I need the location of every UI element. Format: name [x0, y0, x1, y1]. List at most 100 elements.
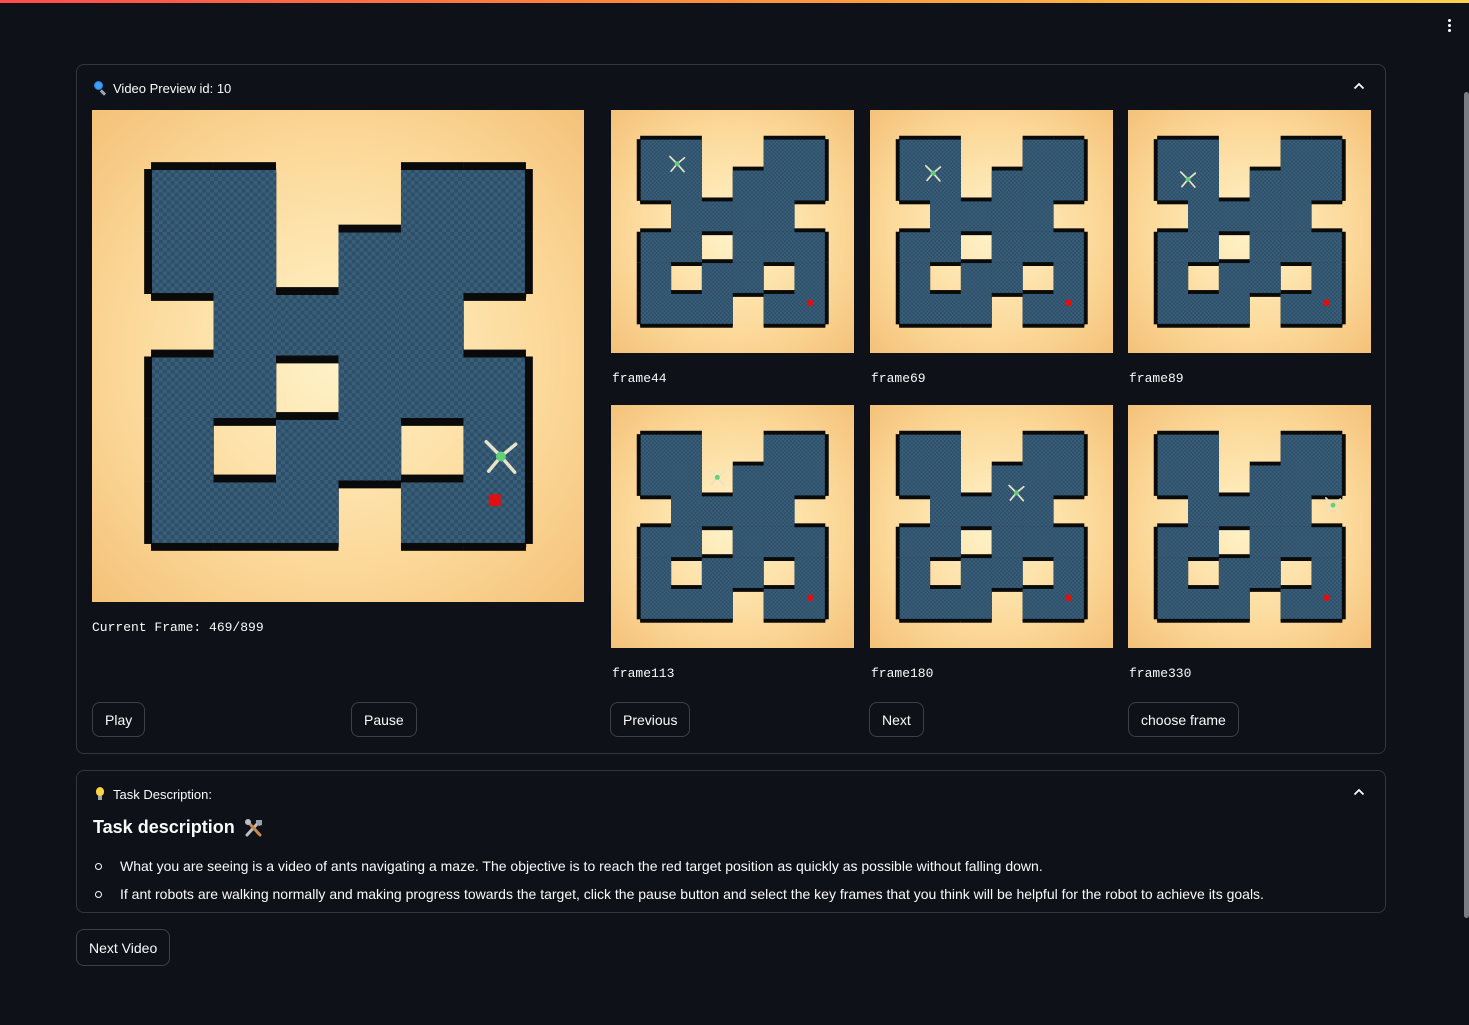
previous-button[interactable]: Previous	[610, 702, 691, 737]
maze-floor-cell	[463, 169, 527, 232]
maze-wall	[144, 481, 153, 544]
play-button[interactable]: Play	[92, 702, 146, 737]
maze-floor-cell	[151, 356, 214, 420]
choose-frame-button[interactable]: choose frame	[1128, 702, 1239, 737]
maze-wall	[1249, 292, 1281, 297]
maze-floor-cell	[151, 418, 214, 482]
maze-floor-cell	[991, 262, 1023, 294]
maze-floor-cell	[899, 465, 931, 497]
maze-floor-cell	[640, 231, 672, 263]
maze-floor-cell	[930, 434, 962, 466]
maze-wall	[1188, 262, 1219, 267]
maze-wall	[276, 287, 339, 295]
maze-wall	[1157, 618, 1189, 623]
maze-wall	[1083, 434, 1088, 466]
maze-floor-cell	[1311, 588, 1343, 620]
maze-wall	[1188, 430, 1219, 435]
magnifier-icon	[93, 81, 107, 96]
maze-wall	[640, 430, 672, 435]
maze-floor-cell	[213, 356, 277, 420]
maze-wall	[1249, 461, 1281, 466]
maze-wall	[524, 169, 533, 232]
light-bulb-icon	[93, 787, 107, 801]
maze-floor-cell	[671, 588, 703, 620]
chevron-up-icon[interactable]	[1353, 82, 1365, 90]
maze-floor-cell	[1249, 526, 1281, 558]
kebab-menu-icon[interactable]	[1440, 14, 1458, 36]
maze-floor-cell	[1157, 434, 1189, 466]
maze-wall	[930, 430, 961, 435]
maze-wall	[151, 293, 214, 301]
task-description-header[interactable]: Task Description:	[93, 785, 212, 803]
maze-floor-cell	[671, 231, 703, 263]
maze-wall	[1153, 557, 1158, 589]
next-button[interactable]: Next	[869, 702, 924, 737]
pause-button[interactable]: Pause	[351, 702, 417, 737]
maze-wall	[1157, 228, 1189, 233]
maze-floor-cell	[1249, 495, 1281, 527]
thumbnail-frame[interactable]	[1128, 405, 1371, 648]
maze-floor-cell	[276, 481, 339, 545]
maze-floor-cell	[151, 481, 214, 545]
thumbnail-frame[interactable]	[870, 405, 1113, 648]
maze-wall	[1157, 135, 1189, 140]
maze-floor-cell	[930, 139, 962, 171]
maze-wall	[144, 231, 153, 295]
maze-floor-cell	[991, 200, 1023, 232]
thumbnail-frame[interactable]	[870, 110, 1113, 353]
maze-floor-cell	[463, 231, 527, 295]
maze-wall	[1249, 166, 1281, 171]
maze-floor-cell	[338, 231, 402, 295]
maze-floor-cell	[1188, 139, 1220, 171]
maze-wall	[763, 135, 795, 140]
maze-floor-cell	[1188, 526, 1220, 558]
maze-render	[870, 405, 1113, 648]
maze-floor-cell	[1311, 557, 1343, 589]
maze-wall	[276, 355, 339, 364]
maze-wall	[1218, 323, 1250, 328]
tools-icon	[244, 818, 262, 836]
maze-wall	[930, 585, 961, 589]
thumbnail-frame[interactable]	[1128, 110, 1371, 353]
maze-floor-cell	[794, 588, 826, 620]
task-list-item: If ant robots are walking normally and m…	[93, 885, 1353, 913]
maze-wall	[1157, 200, 1189, 205]
maze-wall	[213, 162, 277, 171]
maze-wall	[400, 162, 464, 171]
maze-floor-cell	[1157, 262, 1189, 294]
thumbnail-frame[interactable]	[611, 405, 854, 648]
maze-wall	[794, 495, 826, 500]
chevron-up-icon[interactable]	[1353, 788, 1365, 796]
scrollbar[interactable]	[1464, 92, 1469, 918]
maze-floor-cell	[794, 434, 826, 466]
maze-wall	[960, 323, 992, 328]
maze-wall	[640, 323, 672, 328]
thumbnail-frame[interactable]	[611, 110, 854, 353]
maze-floor-cell	[1280, 434, 1312, 466]
maze-wall	[960, 618, 992, 623]
maze-floor-cell	[1157, 526, 1189, 558]
maze-wall	[1188, 135, 1219, 140]
maze-wall	[930, 135, 961, 140]
maze-wall	[636, 434, 641, 466]
maze-wall	[1053, 430, 1085, 435]
maze-floor-cell	[1280, 170, 1312, 202]
maze-wall	[930, 618, 961, 623]
maze-wall	[1083, 557, 1088, 589]
task-title: Task description	[93, 817, 265, 838]
video-preview-header[interactable]: Video Preview id: 10	[93, 79, 231, 97]
maze-floor-cell	[1053, 526, 1085, 558]
maze-wall	[899, 228, 931, 233]
maze-wall	[1053, 200, 1085, 205]
maze-wall	[1083, 526, 1088, 558]
maze-wall	[960, 259, 992, 264]
current-frame-label: Current Frame: 469/899	[92, 620, 264, 635]
ant-body	[496, 451, 506, 462]
maze-render	[611, 110, 854, 353]
next-video-button[interactable]: Next Video	[76, 929, 171, 966]
maze-floor-cell	[640, 465, 672, 497]
thumbnail-caption: frame44	[612, 371, 667, 386]
maze-wall	[671, 290, 702, 294]
maze-floor-cell	[930, 495, 962, 527]
maze-wall	[701, 526, 733, 531]
